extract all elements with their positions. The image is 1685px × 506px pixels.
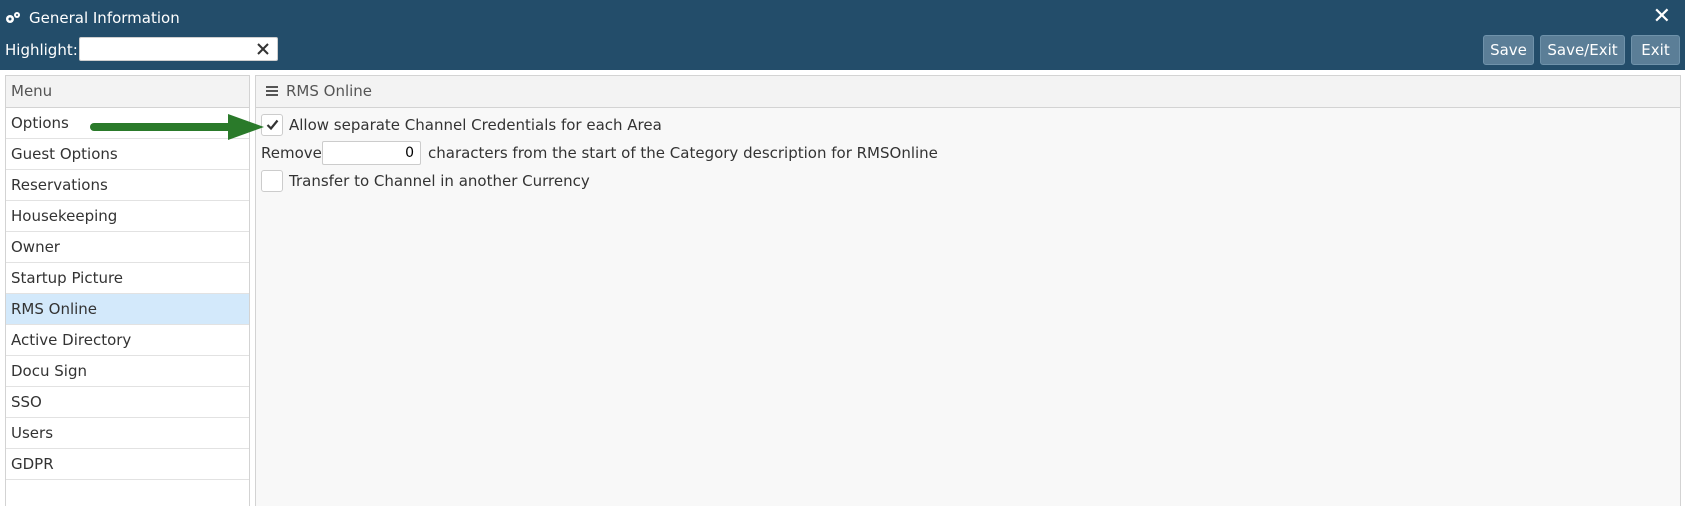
save-button[interactable]: Save <box>1483 35 1534 65</box>
close-icon[interactable]: ✕ <box>1653 5 1671 29</box>
annotation-arrow-icon <box>90 114 264 140</box>
menu-item-sso[interactable]: SSO <box>6 387 249 418</box>
transfer-currency-label: Transfer to Channel in another Currency <box>289 172 590 190</box>
menu-item-reservations[interactable]: Reservations <box>6 170 249 201</box>
menu-item-owner[interactable]: Owner <box>6 232 249 263</box>
transfer-currency-checkbox[interactable] <box>261 170 283 192</box>
exit-button[interactable]: Exit <box>1631 35 1680 65</box>
allow-credentials-label: Allow separate Channel Credentials for e… <box>289 116 662 134</box>
menu-item-housekeeping[interactable]: Housekeeping <box>6 201 249 232</box>
menu-item-guest-options[interactable]: Guest Options <box>6 139 249 170</box>
highlight-field <box>79 37 278 61</box>
content-panel: RMS Online Allow separate Channel Creden… <box>255 75 1681 506</box>
checkmark-icon <box>266 119 279 131</box>
menu-item-rms-online[interactable]: RMS Online <box>6 294 249 325</box>
menu-header: Menu <box>6 76 249 108</box>
window-title: General Information <box>29 9 180 27</box>
menu-item-docu-sign[interactable]: Docu Sign <box>6 356 249 387</box>
menu-item-active-directory[interactable]: Active Directory <box>6 325 249 356</box>
title-bar: General Information ✕ Highlight: Save Sa… <box>0 0 1685 70</box>
clear-icon[interactable] <box>255 39 271 59</box>
highlight-label: Highlight: <box>5 41 78 59</box>
menu-item-users[interactable]: Users <box>6 418 249 449</box>
hamburger-icon <box>266 86 278 97</box>
menu-item-gdpr[interactable]: GDPR <box>6 449 249 480</box>
highlight-input[interactable] <box>84 40 248 60</box>
gears-icon <box>6 12 20 23</box>
content-header: RMS Online <box>256 76 1680 108</box>
remove-chars-suffix: characters from the start of the Categor… <box>428 144 938 162</box>
content-title: RMS Online <box>286 82 373 100</box>
remove-label: Remove <box>261 144 322 162</box>
save-exit-button[interactable]: Save/Exit <box>1540 35 1625 65</box>
remove-chars-input[interactable] <box>322 141 421 165</box>
menu-item-startup-picture[interactable]: Startup Picture <box>6 263 249 294</box>
